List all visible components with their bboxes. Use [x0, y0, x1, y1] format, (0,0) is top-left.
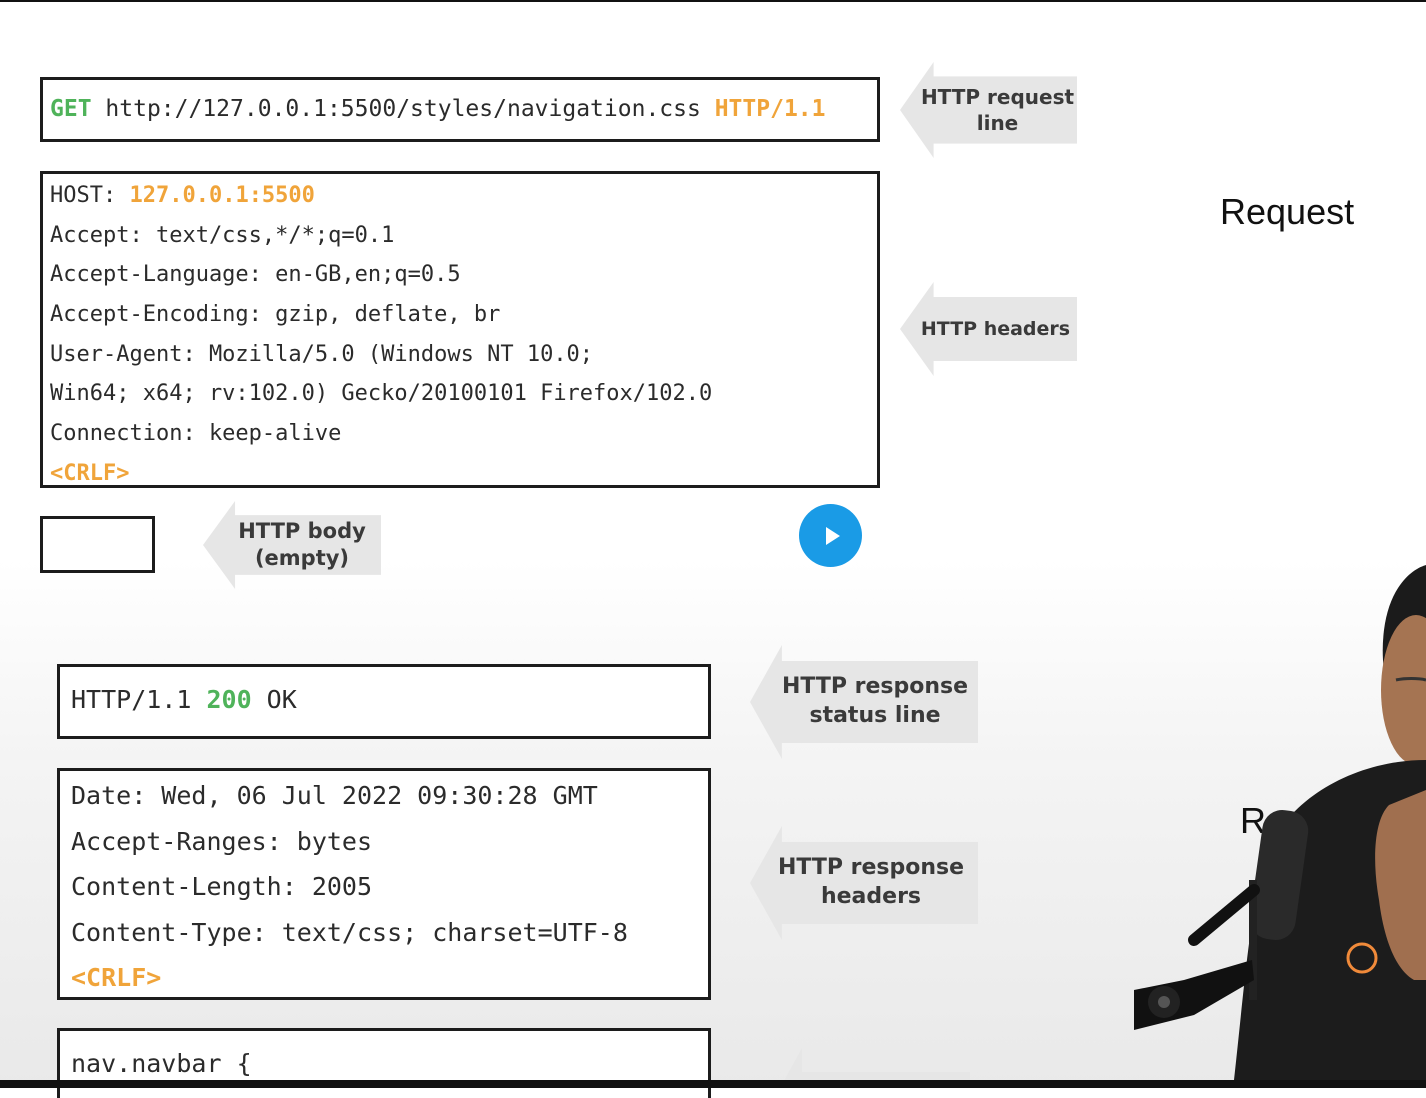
presenter-video-overlay	[1134, 565, 1426, 1080]
annotation-label: HTTP headers	[920, 317, 1071, 340]
header-line-accept: Accept: text/css,*/*;q=0.1	[50, 222, 395, 248]
request-line-box: GET http://127.0.0.1:5500/styles/navigat…	[40, 77, 880, 142]
response-status-code: 200	[206, 685, 252, 714]
header-line-accept-language: Accept-Language: en-GB,en;q=0.5	[50, 262, 461, 288]
header-name: HOST:	[50, 183, 130, 208]
request-body-box	[40, 516, 155, 573]
request-http-version: HTTP/1.1	[714, 96, 826, 122]
play-icon	[825, 526, 840, 545]
request-headers-box: HOST: 127.0.0.1:5500 Accept: text/css,*/…	[40, 171, 880, 488]
request-method: GET	[50, 96, 92, 122]
crlf-marker: <CRLF>	[50, 460, 130, 486]
response-status-box: HTTP/1.1 200 OK	[57, 664, 711, 739]
annotation-label: HTTP response	[777, 855, 965, 881]
header-value: 127.0.0.1:5500	[129, 183, 315, 208]
annotation-label: line	[976, 111, 1019, 135]
top-border	[0, 0, 1426, 2]
annotation-body: HTTP body (empty)	[203, 501, 381, 589]
annotation-label: HTTP body	[238, 518, 366, 543]
header-line-connection: Connection: keep-alive	[50, 421, 342, 447]
annotation-label: HTTP response	[781, 674, 969, 700]
response-header-line: Content-Length: 2005	[71, 872, 373, 902]
annotation-label: headers	[820, 884, 922, 909]
header-line-user-agent: User-Agent: Mozilla/5.0 (Windows NT 10.0…	[50, 341, 594, 367]
annotation-label: (empty)	[254, 546, 350, 570]
bottom-border	[0, 1080, 1426, 1088]
header-line-host: HOST: 127.0.0.1:5500	[50, 176, 877, 216]
response-body-line: nav.navbar {	[71, 1049, 252, 1078]
response-reason: OK	[251, 685, 297, 714]
play-button[interactable]	[799, 504, 862, 567]
annotation-label: status line	[809, 703, 941, 728]
annotation-label: HTTP request	[920, 85, 1075, 109]
header-line-accept-encoding: Accept-Encoding: gzip, deflate, br	[50, 302, 501, 328]
request-url: http://127.0.0.1:5500/styles/navigation.…	[105, 96, 701, 122]
crlf-marker: <CRLF>	[71, 963, 162, 993]
response-header-line: Accept-Ranges: bytes	[71, 826, 373, 856]
response-header-line: Content-Type: text/css; charset=UTF-8	[71, 917, 628, 947]
annotation-response-status: HTTP response status line	[750, 645, 978, 759]
response-headers-box: Date: Wed, 06 Jul 2022 09:30:28 GMT Acce…	[57, 768, 711, 1000]
annotation-request-line: HTTP request line	[900, 62, 1077, 158]
header-line-user-agent-cont: Win64; x64; rv:102.0) Gecko/20100101 Fir…	[50, 381, 713, 407]
annotation-headers: HTTP headers	[900, 282, 1077, 376]
response-http-version: HTTP/1.1	[71, 685, 207, 714]
request-section-label: Request	[1220, 191, 1355, 232]
annotation-response-headers: HTTP response headers	[750, 826, 978, 940]
response-header-line: Date: Wed, 06 Jul 2022 09:30:28 GMT	[71, 781, 598, 810]
